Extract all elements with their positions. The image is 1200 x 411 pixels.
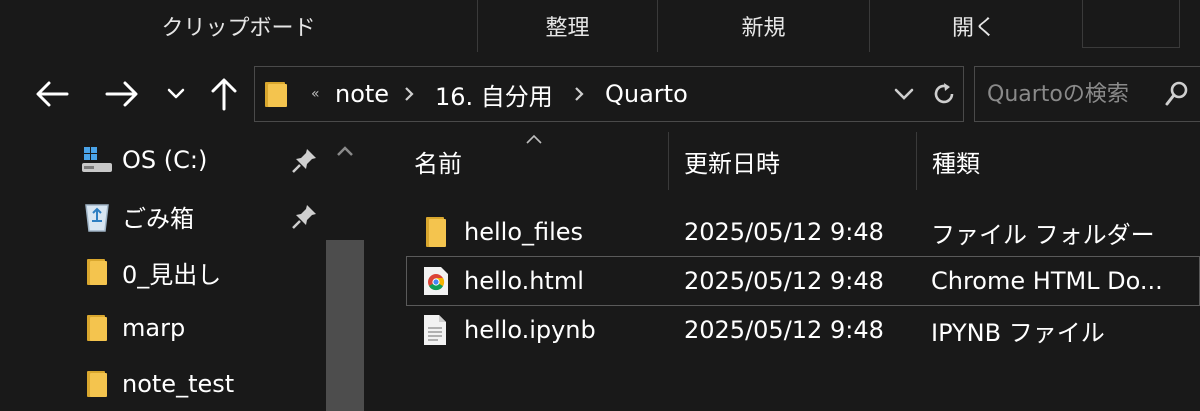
file-type: ファイル フォルダー: [931, 220, 1155, 249]
up-button[interactable]: [204, 74, 244, 114]
nav-item-label: OS (C:): [122, 146, 208, 174]
nav-item-midashi[interactable]: 0_見出し: [80, 250, 221, 294]
arrow-up-icon: [211, 78, 237, 111]
nav-item-label: 0_見出し: [122, 260, 222, 289]
scrollbar-thumb[interactable]: [326, 240, 364, 411]
forward-button[interactable]: [98, 74, 146, 114]
chevron-down-icon: [894, 88, 914, 100]
breadcrumb-note[interactable]: note: [335, 67, 389, 121]
address-history-button[interactable]: [893, 67, 915, 121]
drive-icon: [80, 143, 114, 177]
search-box[interactable]: [974, 66, 1200, 122]
column-header-date[interactable]: 更新日時: [684, 132, 916, 190]
recent-locations-button[interactable]: [162, 74, 190, 114]
folder-icon: [80, 255, 114, 289]
ribbon-group-clipboard[interactable]: クリップボード: [0, 0, 478, 52]
file-row-hello-files[interactable]: hello_files 2025/05/12 9:48 ファイル フォルダー: [406, 208, 1200, 258]
breadcrumb-separator[interactable]: [573, 67, 585, 121]
arrow-left-icon: [36, 81, 69, 107]
nav-item-marp[interactable]: marp: [80, 306, 185, 350]
navigation-bar: « note 16. 自分用 Quarto: [0, 52, 1200, 132]
chevron-right-icon: [405, 87, 414, 101]
nav-item-label: ごみ箱: [122, 204, 194, 233]
refresh-icon: [934, 83, 954, 104]
column-divider[interactable]: [668, 132, 669, 190]
nav-item-note-test[interactable]: note_test: [80, 362, 234, 406]
arrow-right-icon: [105, 81, 138, 107]
nav-item-label: note_test: [122, 370, 235, 398]
ribbon: クリップボード 整理 新規 開く: [0, 0, 1200, 52]
breadcrumb-jibunyou[interactable]: 16. 自分用: [435, 67, 553, 121]
file-date: 2025/05/12 9:48: [684, 316, 884, 344]
folder-icon: [426, 217, 446, 247]
nav-item-label: marp: [122, 314, 186, 342]
folder-icon: [80, 367, 114, 401]
chevron-right-icon: [575, 87, 584, 101]
back-button[interactable]: [28, 74, 76, 114]
column-header-type[interactable]: 種類: [932, 132, 1192, 190]
search-icon[interactable]: [1165, 81, 1189, 107]
chevron-down-icon: [167, 88, 185, 99]
nav-item-os-drive[interactable]: OS (C:): [80, 138, 207, 182]
search-input[interactable]: [987, 81, 1165, 107]
file-name: hello_files: [464, 218, 584, 246]
refresh-button[interactable]: [931, 67, 957, 121]
folder-icon: [80, 311, 114, 345]
file-name: hello.html: [464, 267, 584, 295]
ribbon-group-new[interactable]: 新規: [658, 0, 870, 52]
file-type: IPYNB ファイル: [931, 318, 1105, 347]
file-date: 2025/05/12 9:48: [684, 218, 884, 246]
recycle-bin-icon: [80, 199, 114, 233]
file-type: Chrome HTML Do...: [931, 267, 1163, 295]
pin-icon[interactable]: [290, 145, 320, 175]
breadcrumb-separator[interactable]: [403, 67, 415, 121]
navigation-pane-scrollbar[interactable]: [326, 132, 364, 411]
ribbon-group-select[interactable]: [1082, 0, 1180, 48]
nav-item-recycle-bin[interactable]: ごみ箱: [80, 194, 194, 238]
file-row-hello-html[interactable]: hello.html 2025/05/12 9:48 Chrome HTML D…: [406, 256, 1200, 306]
file-date: 2025/05/12 9:48: [684, 267, 884, 295]
navigation-pane: OS (C:) ごみ箱 0_見出し marp note_test: [0, 132, 364, 411]
document-icon: [424, 315, 446, 345]
breadcrumb-quarto[interactable]: Quarto: [605, 67, 688, 121]
ribbon-group-organize[interactable]: 整理: [478, 0, 658, 52]
chrome-icon: [424, 267, 448, 295]
address-bar[interactable]: « note 16. 自分用 Quarto: [254, 66, 964, 122]
ribbon-group-open[interactable]: 開く: [870, 0, 1078, 52]
file-list: 名前 更新日時 種類 hello_files 2025/05/12 9:48 フ…: [364, 132, 1200, 411]
file-row-hello-ipynb[interactable]: hello.ipynb 2025/05/12 9:48 IPYNB ファイル: [406, 306, 1200, 356]
pin-icon[interactable]: [290, 201, 320, 231]
breadcrumb-overflow[interactable]: «: [311, 67, 320, 121]
column-divider[interactable]: [916, 132, 917, 190]
file-name: hello.ipynb: [464, 316, 596, 344]
column-header-name[interactable]: 名前: [414, 132, 668, 190]
folder-icon: [265, 82, 287, 107]
scroll-up-icon[interactable]: [334, 140, 356, 162]
